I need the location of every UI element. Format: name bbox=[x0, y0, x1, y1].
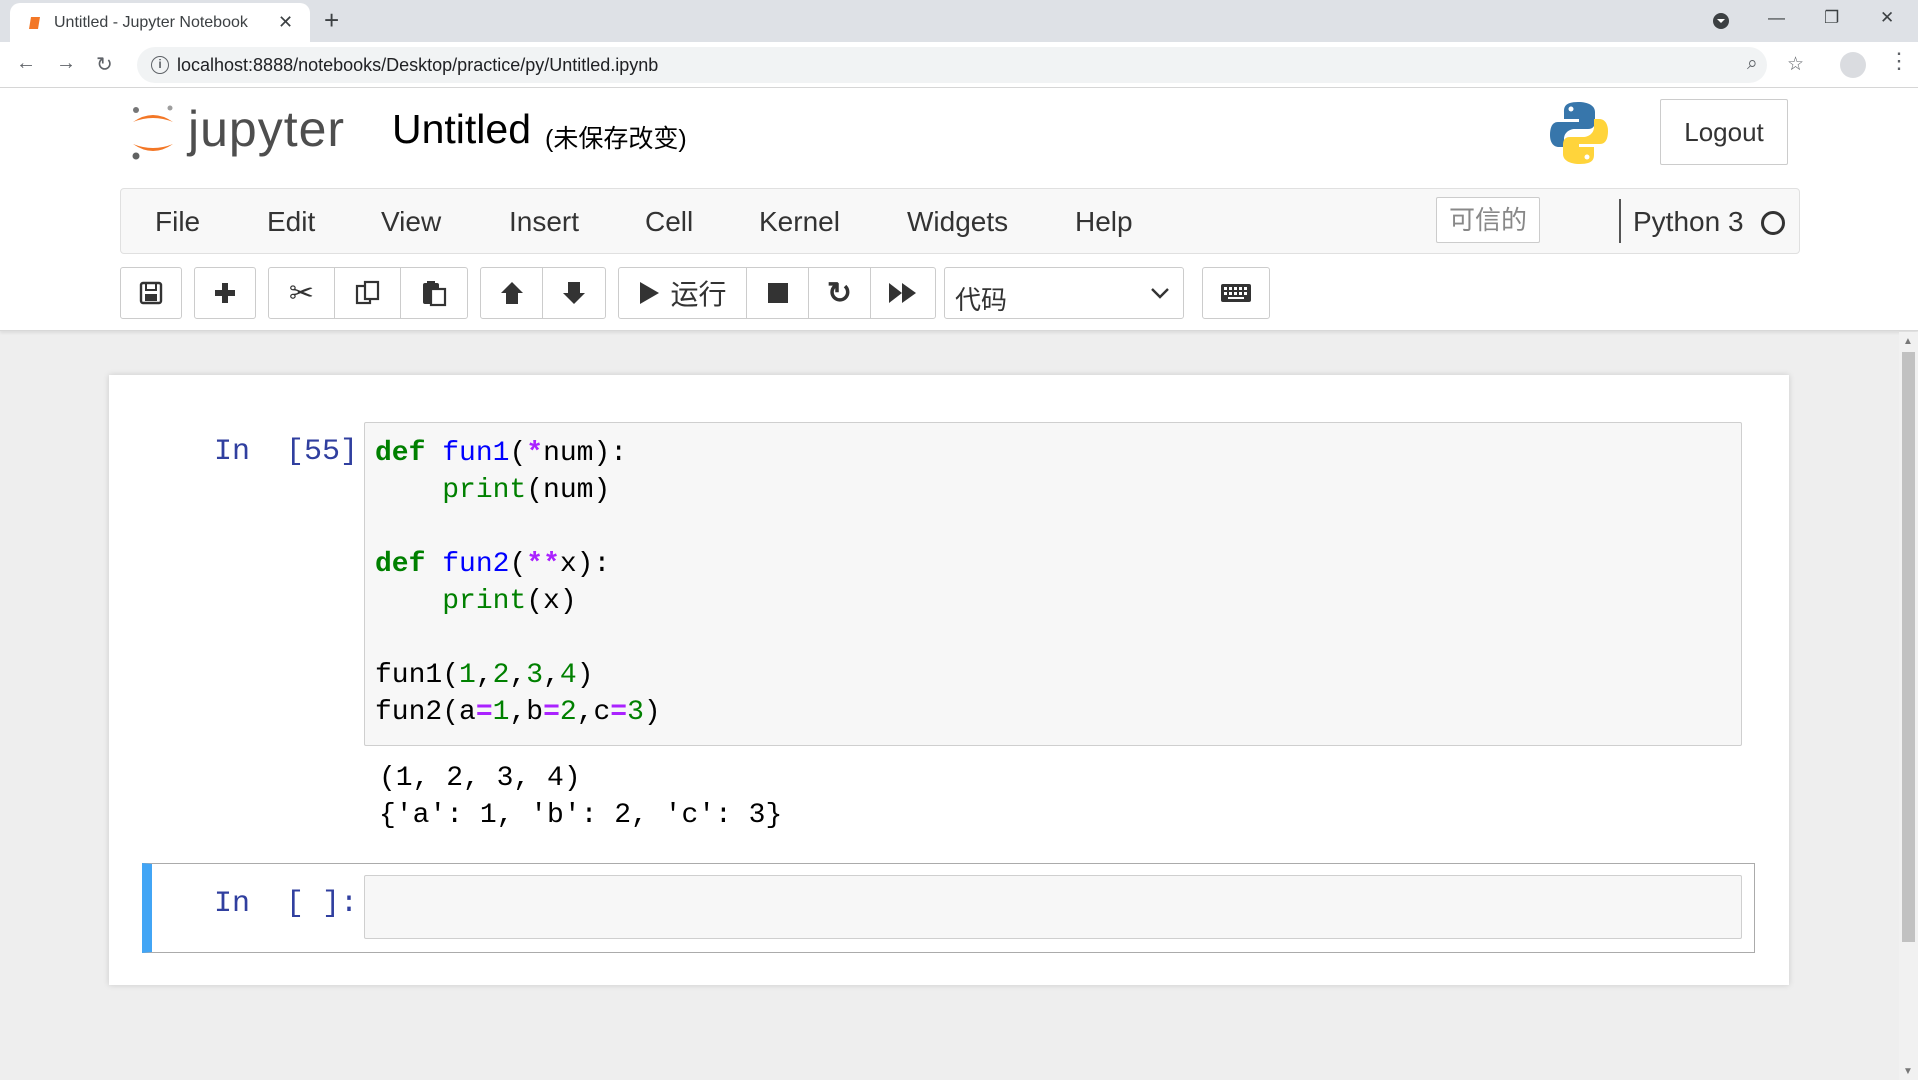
arrow-down-icon bbox=[563, 282, 585, 304]
code-line: def fun2(**x): bbox=[375, 549, 611, 580]
move-up-button[interactable] bbox=[481, 268, 543, 318]
insert-group bbox=[194, 267, 256, 319]
arrow-up-icon bbox=[500, 282, 523, 304]
copy-icon bbox=[355, 280, 379, 305]
menu-insert[interactable]: Insert bbox=[509, 206, 579, 238]
paste-icon bbox=[423, 281, 447, 307]
menu-edit[interactable]: Edit bbox=[267, 206, 315, 238]
save-group bbox=[120, 267, 182, 319]
zoom-icon[interactable]: ⌕ bbox=[1747, 53, 1758, 75]
menu-view[interactable]: View bbox=[381, 206, 441, 238]
new-tab-icon[interactable]: + bbox=[324, 6, 339, 34]
restart-run-all-button[interactable] bbox=[871, 268, 935, 318]
account-avatar[interactable] bbox=[1840, 52, 1866, 78]
restore-icon[interactable]: ❐ bbox=[1824, 8, 1839, 28]
notebook-name[interactable]: Untitled bbox=[392, 106, 531, 153]
code-editor[interactable]: def fun1(*num): print(num) def fun2(**x)… bbox=[375, 435, 661, 731]
browser-tab-bar: Untitled - Jupyter Notebook ✕ + — ❐ ✕ bbox=[0, 0, 1918, 42]
jupyter-logo-icon[interactable] bbox=[128, 100, 178, 162]
chevron-down-icon bbox=[1151, 288, 1169, 299]
empty-code-input[interactable] bbox=[364, 875, 1742, 939]
kernel-separator bbox=[1619, 199, 1621, 243]
browser-tab[interactable]: Untitled - Jupyter Notebook ✕ bbox=[10, 3, 310, 42]
scroll-down-icon[interactable]: ▼ bbox=[1903, 1066, 1913, 1077]
insert-cell-button[interactable] bbox=[195, 268, 255, 318]
address-bar: ← → ↻ i localhost:8888/notebooks/Desktop… bbox=[0, 42, 1918, 88]
logout-button[interactable]: Logout bbox=[1660, 99, 1788, 165]
save-icon bbox=[139, 281, 163, 305]
cut-button[interactable]: ✂ bbox=[269, 268, 335, 318]
command-palette-button[interactable] bbox=[1203, 268, 1269, 318]
paste-button[interactable] bbox=[401, 268, 467, 318]
code-line: print(num) bbox=[442, 475, 611, 506]
jupyter-favicon-icon bbox=[29, 17, 40, 29]
cell-output: (1, 2, 3, 4) {'a': 1, 'b': 2, 'c': 3} bbox=[379, 760, 782, 834]
keyboard-icon bbox=[1221, 284, 1251, 302]
reload-icon[interactable]: ↻ bbox=[96, 52, 113, 77]
profile-menu-icon[interactable] bbox=[1712, 12, 1730, 30]
site-info-icon[interactable]: i bbox=[151, 56, 169, 74]
forward-arrow-icon[interactable]: → bbox=[56, 52, 76, 75]
play-icon bbox=[640, 282, 660, 304]
kernel-name[interactable]: Python 3 bbox=[1633, 206, 1744, 238]
kernel-idle-indicator-icon bbox=[1761, 211, 1785, 235]
window-close-icon[interactable]: ✕ bbox=[1880, 8, 1894, 28]
menu-file[interactable]: File bbox=[155, 206, 200, 238]
jupyter-logo-text[interactable]: jupyter bbox=[188, 100, 345, 158]
copy-button[interactable] bbox=[335, 268, 401, 318]
plus-icon bbox=[215, 283, 235, 303]
save-status: (未保存改变) bbox=[545, 125, 687, 153]
move-down-button[interactable] bbox=[543, 268, 605, 318]
tab-close-icon[interactable]: ✕ bbox=[278, 11, 293, 33]
omnibox[interactable]: i localhost:8888/notebooks/Desktop/pract… bbox=[137, 47, 1804, 83]
menu-widgets[interactable]: Widgets bbox=[907, 206, 1008, 238]
restart-icon: ↻ bbox=[826, 276, 853, 310]
cell-type-select[interactable]: 代码 bbox=[944, 267, 1184, 319]
menu-cell[interactable]: Cell bbox=[645, 206, 693, 238]
browser-menu-icon[interactable]: ⋮ bbox=[1888, 50, 1910, 72]
code-cell-input[interactable]: def fun1(*num): print(num) def fun2(**x)… bbox=[364, 422, 1742, 746]
run-group: 运行 ↻ bbox=[618, 267, 936, 319]
run-label: 运行 bbox=[670, 279, 727, 310]
minimize-icon[interactable]: — bbox=[1768, 8, 1785, 28]
trusted-indicator[interactable]: 可信的 bbox=[1436, 197, 1540, 243]
python-logo-icon bbox=[1550, 102, 1608, 164]
scissors-icon: ✂ bbox=[288, 276, 315, 310]
run-button[interactable]: 运行 bbox=[619, 268, 747, 318]
cell-prompt: In [55]: bbox=[214, 435, 377, 469]
code-line: fun2(a=1,b=2,c=3) bbox=[375, 697, 661, 728]
cell-prompt-empty: In [ ]: bbox=[214, 887, 359, 921]
restart-button[interactable]: ↻ bbox=[809, 268, 871, 318]
code-line: fun1(1,2,3,4) bbox=[375, 660, 594, 691]
code-line: def fun1(*num): bbox=[375, 438, 628, 469]
scroll-up-icon[interactable]: ▲ bbox=[1903, 336, 1913, 347]
tab-title: Untitled - Jupyter Notebook bbox=[54, 14, 248, 31]
cell-type-value: 代码 bbox=[955, 285, 1008, 315]
clipboard-group: ✂ bbox=[268, 267, 468, 319]
output-line: (1, 2, 3, 4) bbox=[379, 763, 581, 794]
stop-icon bbox=[767, 283, 788, 303]
code-line: print(x) bbox=[442, 586, 577, 617]
output-line: {'a': 1, 'b': 2, 'c': 3} bbox=[379, 800, 783, 831]
save-button[interactable] bbox=[121, 268, 181, 318]
menu-bar: File Edit View Insert Cell Kernel Widget… bbox=[120, 188, 1800, 254]
url-text[interactable]: localhost:8888/notebooks/Desktop/practic… bbox=[177, 55, 658, 76]
move-group bbox=[480, 267, 606, 319]
back-arrow-icon[interactable]: ← bbox=[16, 52, 36, 75]
fast-forward-icon bbox=[889, 283, 916, 303]
bookmark-star-icon[interactable]: ☆ bbox=[1787, 53, 1804, 76]
keyboard-group bbox=[1202, 267, 1270, 319]
notebook-container: In [55]: def fun1(*num): print(num) def … bbox=[109, 375, 1789, 985]
page-scrollbar[interactable]: ▲ ▼ bbox=[1899, 332, 1918, 1080]
interrupt-button[interactable] bbox=[747, 268, 809, 318]
scrollbar-thumb[interactable] bbox=[1902, 352, 1915, 942]
menu-kernel[interactable]: Kernel bbox=[759, 206, 840, 238]
menu-help[interactable]: Help bbox=[1075, 206, 1133, 238]
